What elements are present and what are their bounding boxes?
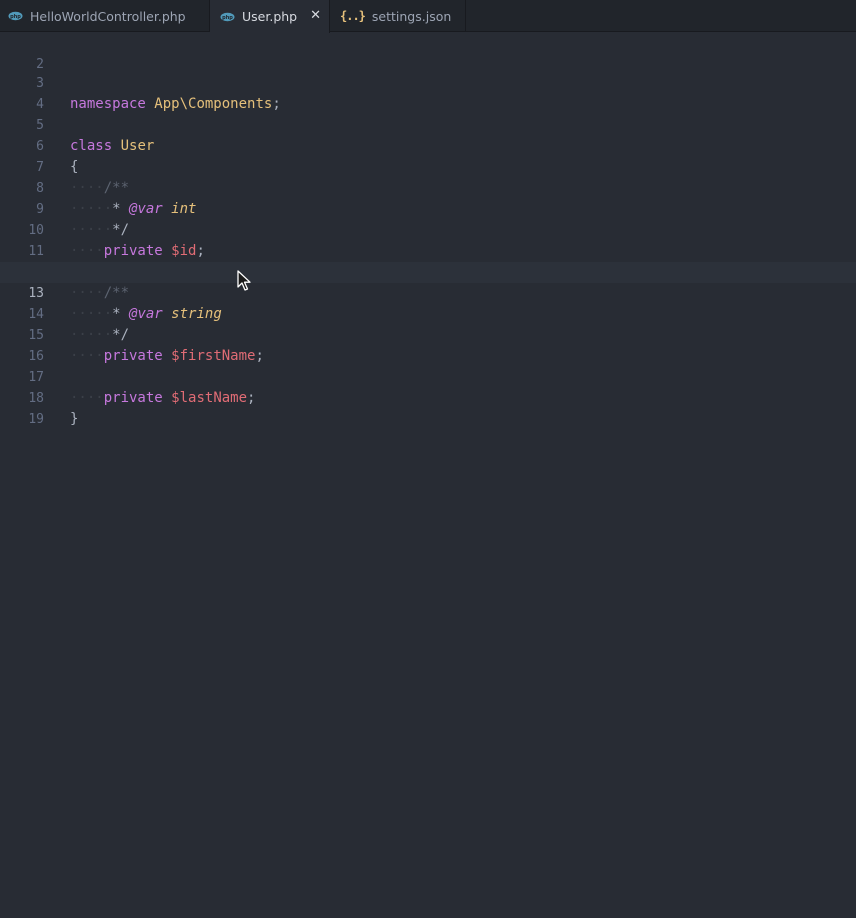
tab-hello-world-controller[interactable]: php HelloWorldController.php: [0, 0, 210, 32]
svg-text:php: php: [222, 15, 233, 21]
code-line: 16: [0, 325, 856, 364]
code-line: 3 namespace App\Components;: [0, 52, 856, 112]
code-line: 2: [0, 33, 856, 72]
code-line: 4: [0, 73, 856, 112]
tab-bar: php HelloWorldController.php php User.ph…: [0, 0, 856, 33]
php-elephant-icon: php: [8, 11, 23, 21]
code-line: 15 ····private $firstName;: [0, 304, 856, 364]
code-line: 9 ·····*/: [0, 178, 856, 238]
php-elephant-icon: php: [220, 12, 235, 22]
code-text: }: [70, 411, 79, 427]
svg-text:php: php: [10, 14, 21, 20]
code-line: 11: [0, 220, 856, 259]
mouse-pointer-icon: [237, 270, 251, 291]
code-line: 18 }: [0, 367, 856, 427]
code-line-current: 13 ·····* @var string: [0, 262, 856, 322]
code-line: 12 ····/**: [0, 241, 856, 301]
json-braces-icon: {..}: [340, 9, 366, 23]
code-line: 6 {: [0, 115, 856, 175]
code-line: 17 ····private $lastName;: [0, 346, 856, 406]
code-line: 19: [0, 388, 856, 427]
code-line: 10 ····private $id;: [0, 199, 856, 259]
code-editor[interactable]: 2 3 namespace App\Components; 4 5 class …: [0, 33, 856, 918]
tab-label: settings.json: [371, 8, 452, 24]
tab-label: HelloWorldController.php: [30, 8, 186, 24]
code-line: 5 class User: [0, 94, 856, 154]
tab-user-php[interactable]: php User.php ✕: [210, 0, 330, 33]
tab-label: User.php: [242, 9, 298, 24]
code-line: 14 ·····*/: [0, 283, 856, 343]
code-line: 7 ····/**: [0, 136, 856, 196]
tab-settings-json[interactable]: {..} settings.json: [330, 0, 466, 32]
code-line: 8 ·····* @var int: [0, 157, 856, 217]
line-number: 19: [28, 412, 44, 427]
close-tab-icon[interactable]: ✕: [310, 8, 321, 23]
